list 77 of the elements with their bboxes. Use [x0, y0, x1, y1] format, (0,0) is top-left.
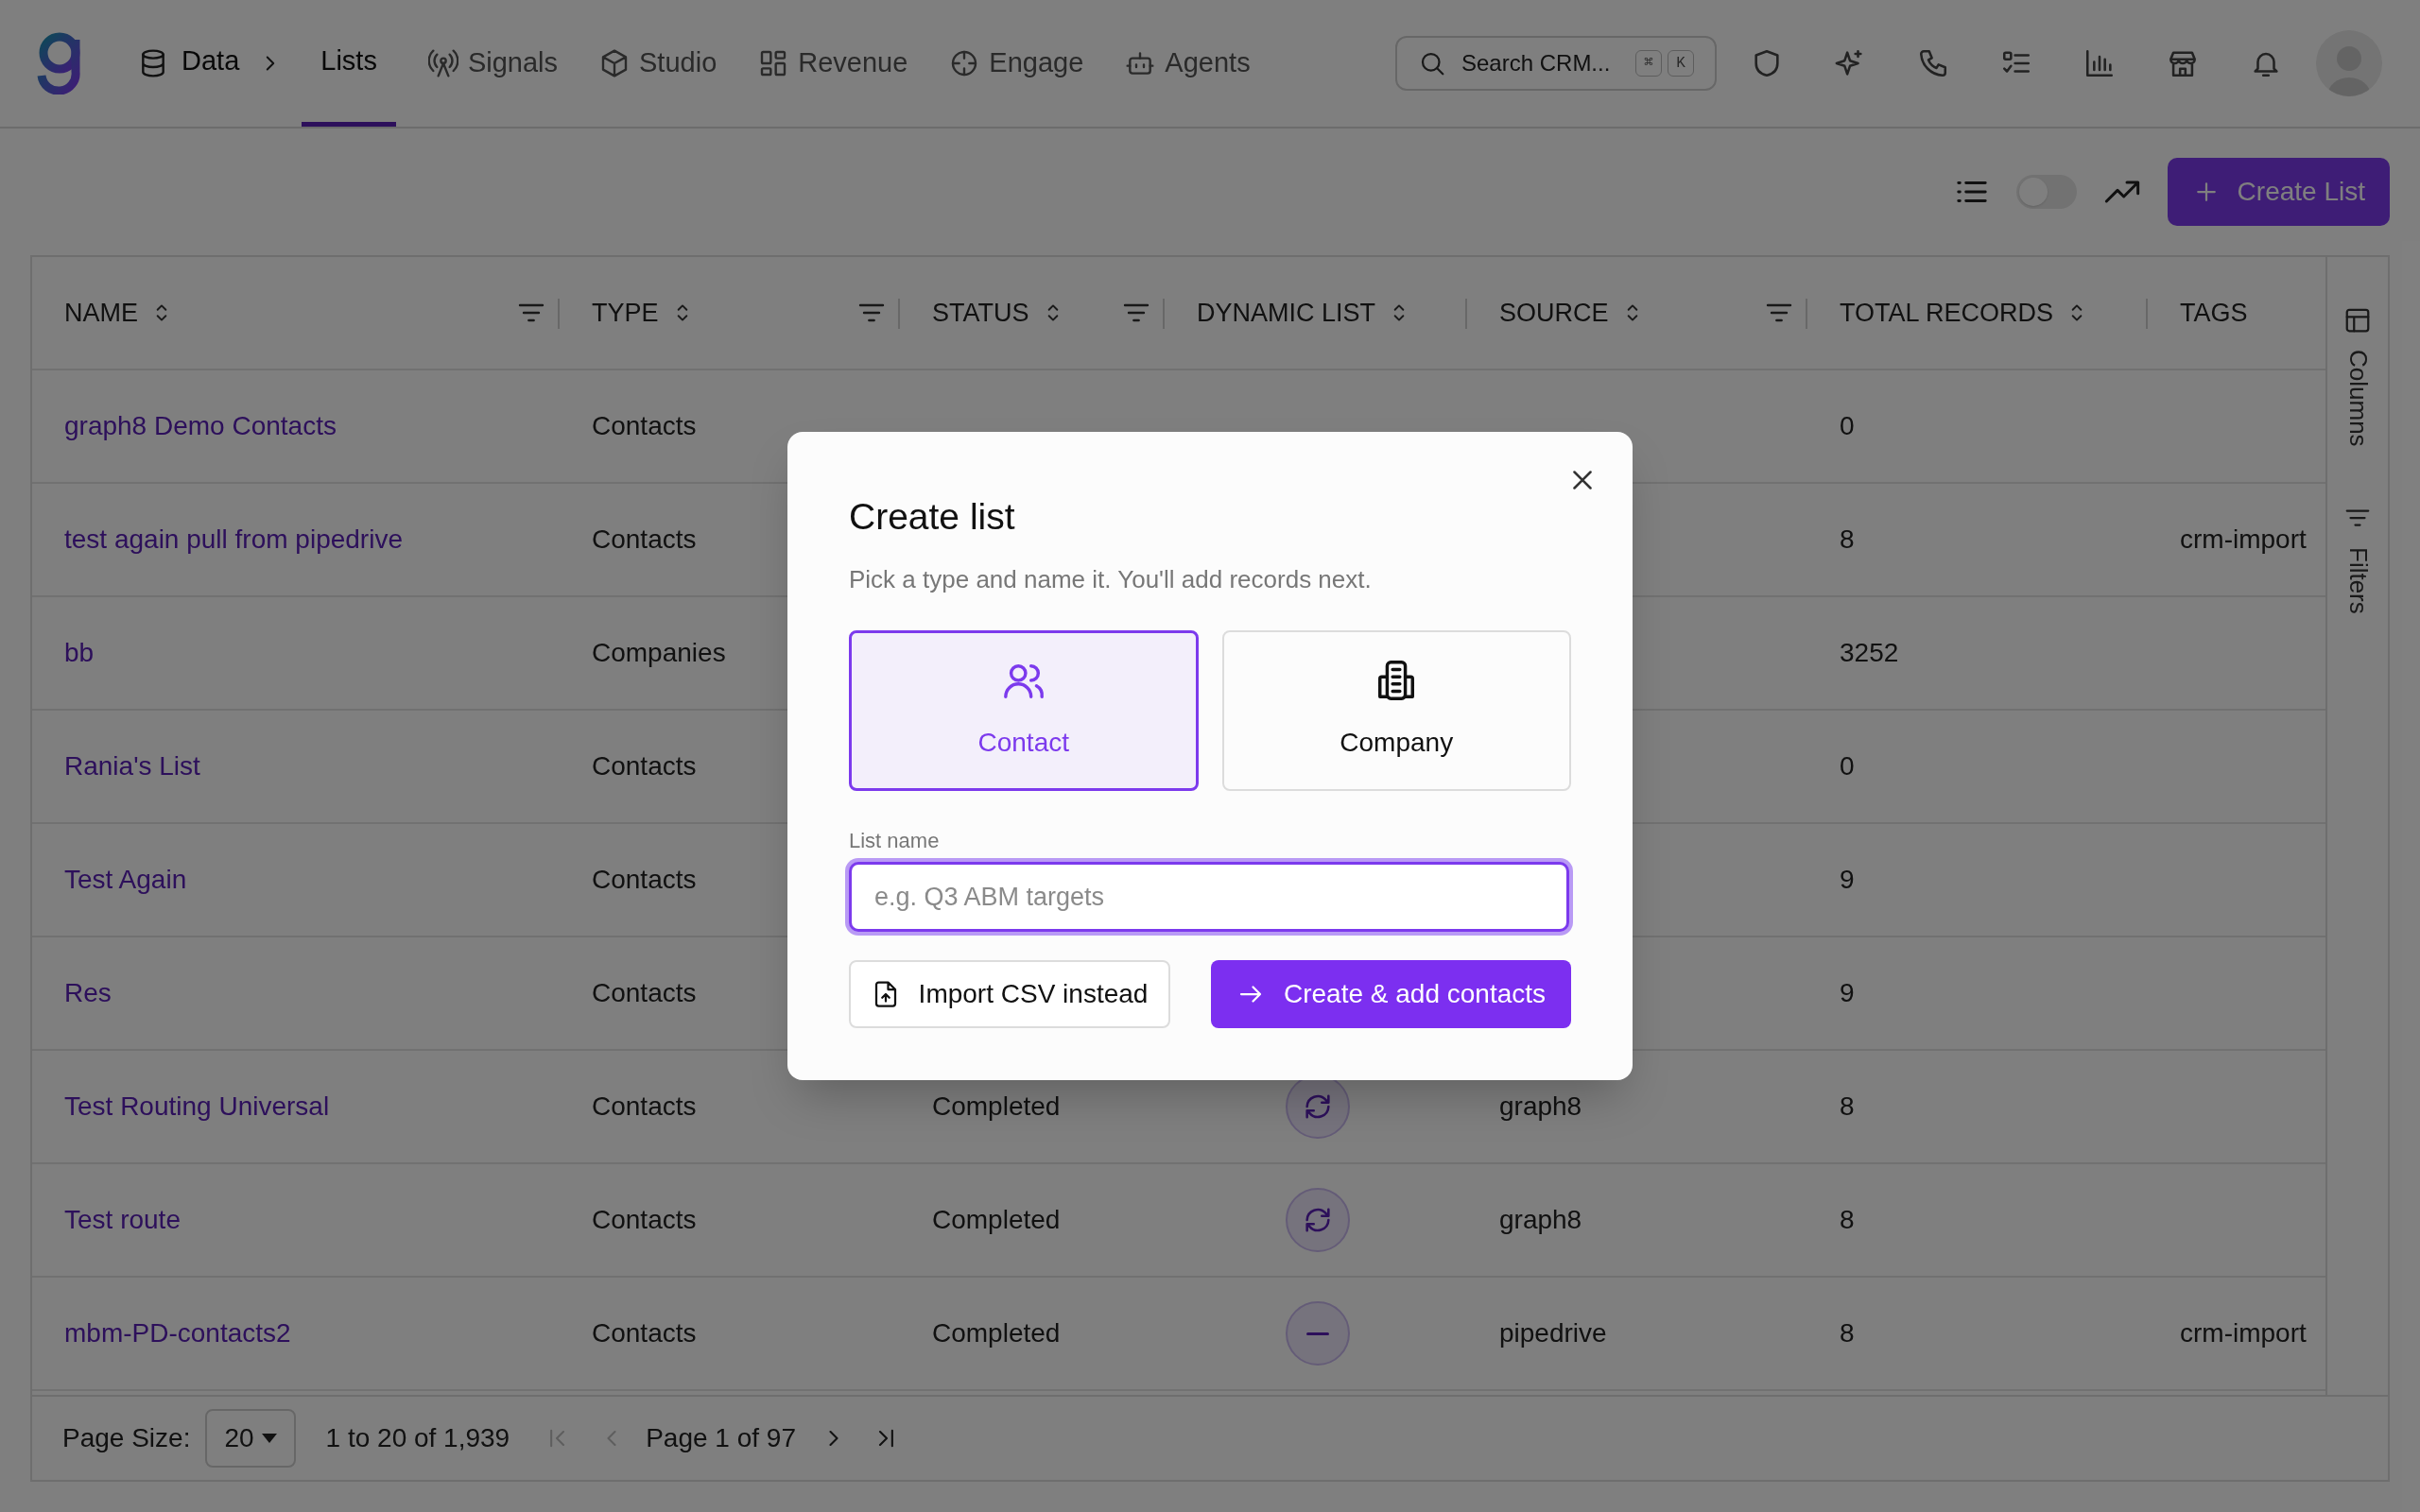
list-name-link[interactable]: Test Routing Universal [64, 1087, 330, 1126]
table-cell-text: 0 [1840, 750, 1855, 782]
side-panel-tab[interactable]: Columns [2339, 306, 2377, 447]
type-option[interactable]: Contact [849, 630, 1199, 791]
minus-icon [1306, 1332, 1329, 1335]
table-cell-text: Contacts [592, 410, 697, 442]
column-header[interactable]: DYNAMIC LIST [1197, 293, 1376, 333]
list-name-link[interactable]: test again pull from pipedrive [64, 520, 403, 559]
table-cell-text: Companies [592, 637, 726, 669]
nav-link[interactable]: Signals [427, 43, 559, 84]
columns-icon [2343, 306, 2372, 335]
table-cell-text: graph8 [1499, 1204, 1582, 1236]
bar-chart-icon [2083, 47, 2116, 79]
create-list-button[interactable]: Create List [2167, 158, 2390, 226]
nav-link[interactable]: Engage [949, 43, 1084, 84]
column-header[interactable]: TAGS [2180, 293, 2248, 333]
table-cell-text: 3252 [1840, 637, 1899, 669]
phone-icon [1917, 47, 1949, 79]
page-size-select[interactable]: 20 [205, 1409, 296, 1468]
record-range: 1 to 20 of 1,939 [325, 1422, 510, 1454]
table-cell-text: 9 [1840, 977, 1855, 1009]
table-cell-text: Completed [932, 1317, 1061, 1349]
table-cell-text: Contacts [592, 524, 697, 556]
table-cell-text: Completed [932, 1204, 1061, 1236]
table-cell-text: Contacts [592, 1204, 697, 1236]
search-placeholder: Search CRM... [1461, 49, 1611, 77]
table-cell-text: crm-import [2180, 1317, 2307, 1349]
nav-link[interactable]: Revenue [758, 43, 908, 84]
bar-chart-button[interactable] [2083, 47, 2116, 79]
table-cell-text: 9 [1840, 864, 1855, 896]
nav-link[interactable]: Studio [599, 43, 717, 84]
table-cell-text: 8 [1840, 1204, 1855, 1236]
side-panel-tab[interactable]: Filters [2339, 503, 2377, 614]
column-header[interactable]: TYPE [592, 293, 659, 333]
table-cell-text: Contacts [592, 1317, 697, 1349]
list-name-link[interactable]: graph8 Demo Contacts [64, 406, 337, 446]
breadcrumb-link[interactable]: Lists [302, 0, 396, 127]
keyboard-key: ⌘ [1635, 50, 1662, 77]
search-field[interactable]: Search CRM... ⌘ K [1395, 36, 1717, 91]
dialog-subtitle: Pick a type and name it. You'll add records next. [849, 564, 1373, 595]
table-cell-text: 8 [1840, 524, 1855, 556]
breadcrumb-link[interactable]: Data [182, 0, 240, 127]
keyboard-key: K [1668, 50, 1694, 77]
list-name-field[interactable]: e.g. Q3 ABM targets [849, 862, 1569, 932]
table-cell-text: Contacts [592, 864, 697, 896]
dialog-title: Create list [849, 498, 1016, 535]
column-header[interactable]: TOTAL RECORDS [1840, 293, 2054, 333]
table-cell-text: Contacts [592, 750, 697, 782]
table-cell-text: Completed [932, 1091, 1061, 1123]
caret-icon [261, 1434, 277, 1443]
list-name-link[interactable]: Res [64, 973, 112, 1013]
column-header[interactable]: SOURCE [1499, 293, 1609, 333]
list-name-link[interactable]: Test Again [64, 860, 187, 900]
import-csv-button[interactable]: Import CSV instead [849, 960, 1170, 1028]
table-cell-text: 8 [1840, 1317, 1855, 1349]
type-option[interactable]: Company [1221, 630, 1571, 791]
table-cell-text: Contacts [592, 977, 697, 1009]
antenna-icon [427, 48, 458, 78]
logo-icon[interactable] [36, 32, 83, 94]
table-cell-text: pipedrive [1499, 1317, 1607, 1349]
page-size-label: Page Size: [62, 1422, 191, 1454]
create-and-add-button[interactable]: Create & add contacts [1211, 960, 1571, 1028]
table-cell-text: 0 [1840, 410, 1855, 442]
phone-button[interactable] [1917, 47, 1949, 79]
table-cell-text: crm-import [2180, 524, 2307, 556]
table-cell-text: graph8 [1499, 1091, 1582, 1123]
nav-link[interactable]: Agents [1125, 43, 1251, 84]
field-label: List name [849, 828, 941, 854]
page-indicator: Page 1 of 97 [646, 1422, 796, 1454]
column-header[interactable]: NAME [64, 293, 138, 333]
list-name-link[interactable]: mbm-PD-contacts2 [64, 1314, 291, 1353]
table-cell-text: Contacts [592, 1091, 697, 1123]
list-name-link[interactable]: Test route [64, 1200, 181, 1240]
column-header[interactable]: STATUS [932, 293, 1029, 333]
list-name-link[interactable]: Rania's List [64, 747, 200, 786]
table-cell-text: 8 [1840, 1091, 1855, 1123]
list-name-link[interactable]: bb [64, 633, 95, 673]
